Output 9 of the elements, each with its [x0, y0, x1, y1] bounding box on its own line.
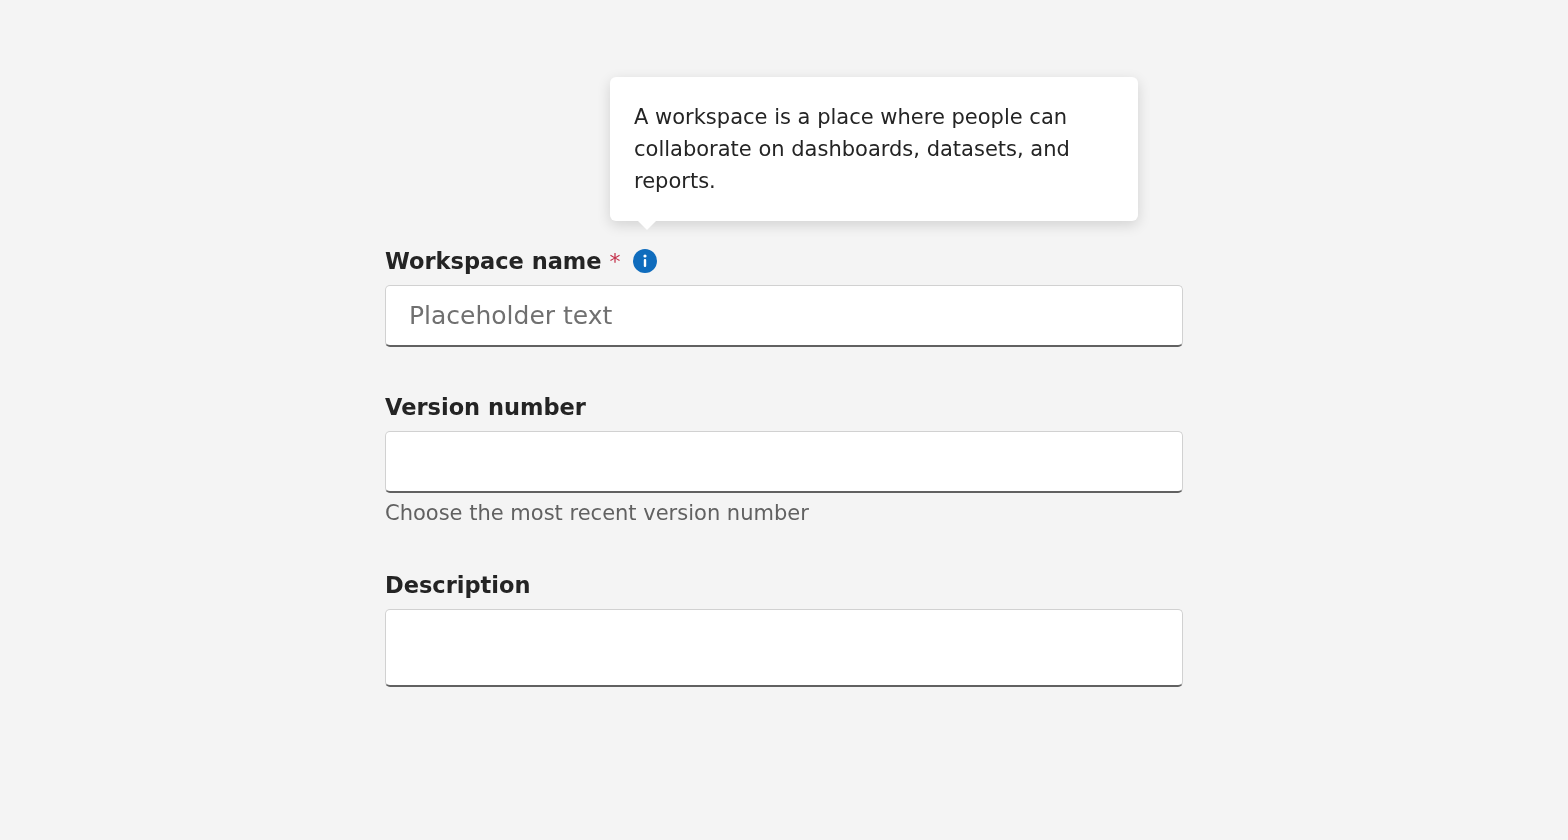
info-icon[interactable] — [632, 249, 657, 273]
tooltip-pointer — [638, 221, 656, 230]
required-marker: * — [609, 248, 621, 274]
field-label: Description — [385, 572, 531, 598]
tooltip: A workspace is a place where people can collaborate on dashboards, datasets, and reports. — [610, 77, 1138, 221]
field-label: Version number — [385, 394, 586, 420]
helper-text: Choose the most recent version number — [385, 501, 810, 525]
text-input[interactable]: Placeholder text — [385, 285, 1183, 347]
field-label: Workspace name — [385, 248, 602, 274]
